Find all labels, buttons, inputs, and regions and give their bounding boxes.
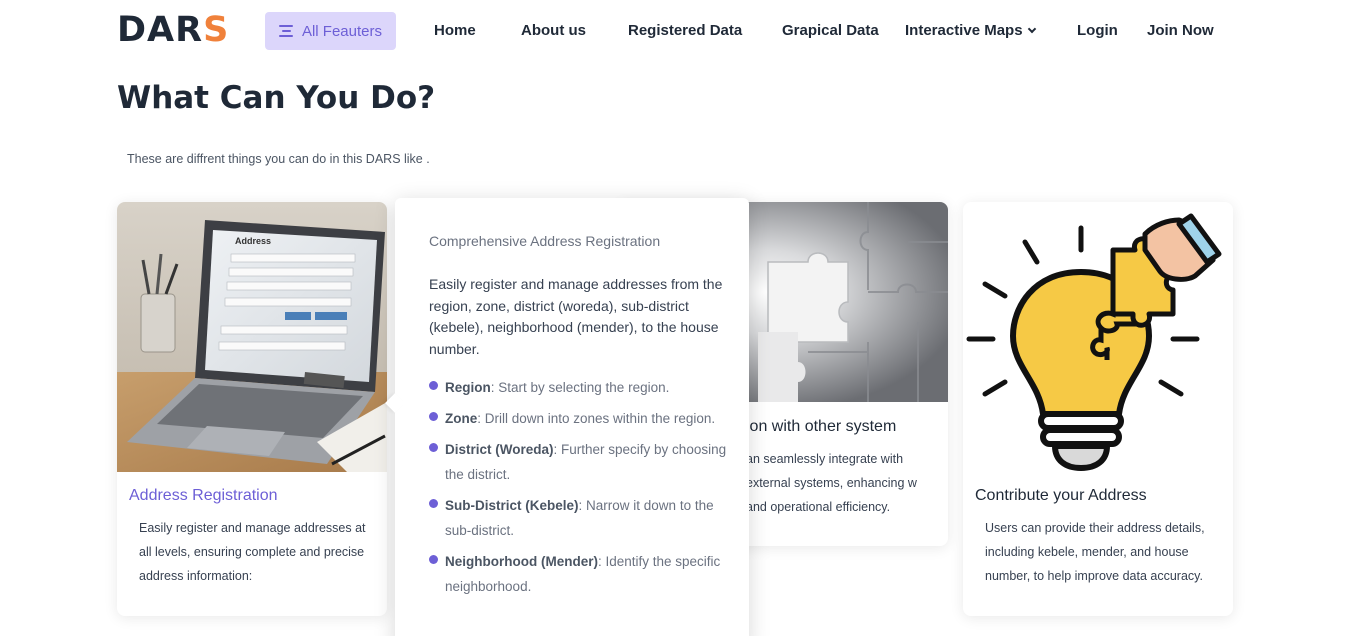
address-registration-popover: Comprehensive Address Registration Easil… xyxy=(385,198,749,636)
nav-interactive-maps[interactable]: Interactive Maps xyxy=(905,22,1036,39)
popover-step-district: District (Woreda): Further specify by ch… xyxy=(429,437,729,487)
step-term: Region xyxy=(445,380,491,395)
laptop-form-title: Address xyxy=(235,236,271,246)
step-term: Neighborhood (Mender) xyxy=(445,554,598,569)
feature-card-contribute[interactable]: Contribute your Address Users can provid… xyxy=(963,202,1233,616)
chevron-down-icon xyxy=(1027,24,1036,34)
popover-steps-list: Region: Start by selecting the region. Z… xyxy=(429,375,729,605)
card-desc-integration: an seamlessly integrate with external sy… xyxy=(746,452,917,514)
laptop-illustration: Address xyxy=(117,202,387,472)
site-header: DARS All Feauters Home About us Register… xyxy=(0,0,1346,62)
step-text: : Start by selecting the region. xyxy=(490,380,670,395)
menu-lines-icon xyxy=(278,25,293,37)
page-title: What Can You Do? xyxy=(117,80,436,116)
feature-card-address-registration[interactable]: Address Address Registration Easily regi… xyxy=(117,202,387,616)
logo-accent-letter: S xyxy=(203,10,230,50)
popover-arrow xyxy=(385,393,405,413)
all-features-label: All Feauters xyxy=(301,22,383,40)
step-term: Zone xyxy=(445,411,478,426)
step-term: District (Woreda) xyxy=(445,442,554,457)
dars-logo[interactable]: DARS xyxy=(117,10,229,50)
laptop-address-form-image: Address xyxy=(117,202,387,472)
card-desc-contribute: Users can provide their address details,… xyxy=(985,521,1205,583)
nav-graphical-data[interactable]: Grapical Data xyxy=(782,22,879,39)
lightbulb-puzzle-image xyxy=(963,202,1233,477)
card-title-address-registration[interactable]: Address Registration xyxy=(129,487,278,505)
page-subtitle: These are diffrent things you can do in … xyxy=(127,152,430,166)
card-desc-address-registration: Easily register and manage addresses at … xyxy=(139,521,366,583)
popover-step-zone: Zone: Drill down into zones within the r… xyxy=(429,406,729,431)
nav-interactive-maps-label: Interactive Maps xyxy=(905,22,1023,39)
nav-home[interactable]: Home xyxy=(434,22,476,39)
popover-step-sub-district: Sub-District (Kebele): Narrow it down to… xyxy=(429,493,729,543)
popover-step-region: Region: Start by selecting the region. xyxy=(429,375,729,400)
card-title-integration[interactable]: ion with other system xyxy=(746,418,896,436)
nav-about-us[interactable]: About us xyxy=(521,22,586,39)
card-title-contribute[interactable]: Contribute your Address xyxy=(975,487,1147,505)
nav-join-now[interactable]: Join Now xyxy=(1147,22,1214,39)
all-features-button[interactable]: All Feauters xyxy=(265,12,396,50)
popover-description: Easily register and manage addresses fro… xyxy=(429,276,723,357)
popover-heading: Comprehensive Address Registration xyxy=(429,233,661,249)
nav-registered-data[interactable]: Registered Data xyxy=(628,22,742,39)
lightbulb-puzzle-icon xyxy=(966,213,1222,472)
popover-step-neighborhood: Neighborhood (Mender): Identify the spec… xyxy=(429,549,729,599)
step-text: : Drill down into zones within the regio… xyxy=(477,411,716,426)
step-term: Sub-District (Kebele) xyxy=(445,498,579,513)
logo-text: DAR xyxy=(117,10,204,50)
nav-login[interactable]: Login xyxy=(1077,22,1118,39)
